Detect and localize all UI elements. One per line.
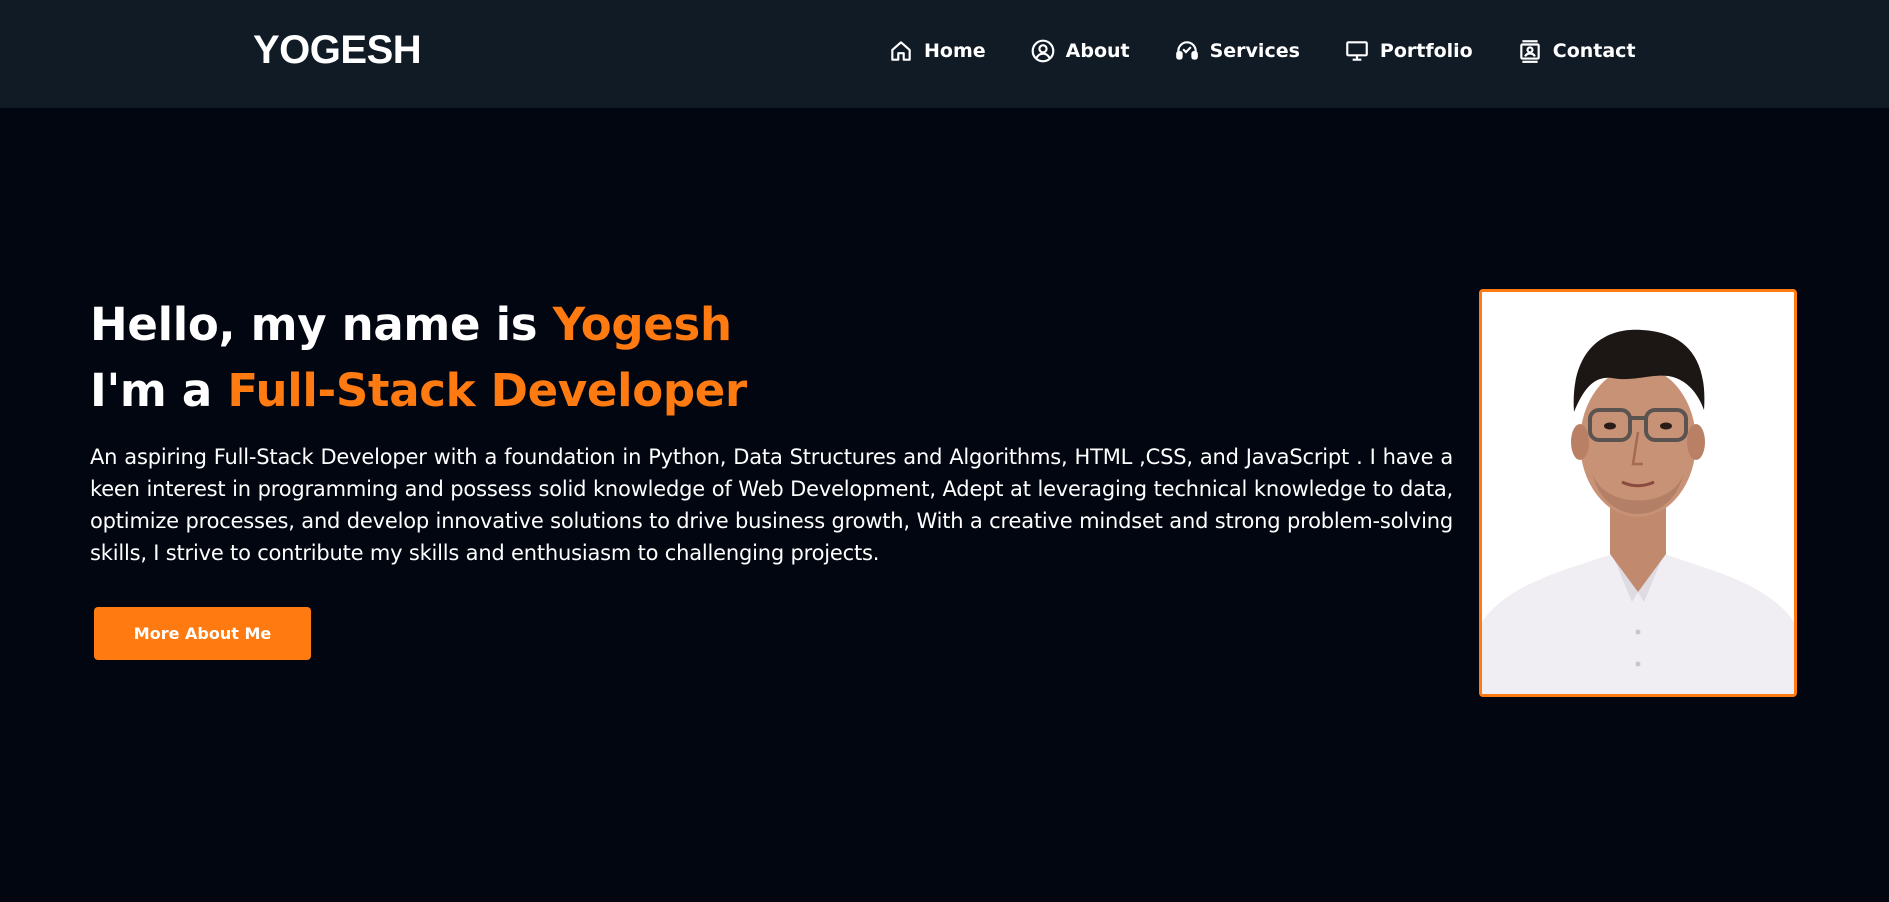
hero-heading: Hello, my name is Yogesh I'm a Full-Stac… (90, 292, 747, 424)
nav-menu: Home About Services Portfolio Contact (888, 0, 1636, 102)
contact-card-icon (1517, 38, 1543, 64)
nav-item-portfolio[interactable]: Portfolio (1344, 38, 1473, 64)
nav-item-about[interactable]: About (1030, 38, 1130, 64)
hero-name: Yogesh (552, 298, 732, 351)
brand-logo[interactable]: YOGESH (253, 28, 422, 73)
hero-role: Full-Stack Developer (227, 364, 747, 417)
user-circle-icon (1030, 38, 1056, 64)
nav-label-about: About (1065, 40, 1130, 62)
nav-item-home[interactable]: Home (888, 38, 986, 64)
profile-photo (1479, 289, 1797, 697)
monitor-icon (1344, 38, 1370, 64)
role-prefix: I'm a (90, 364, 228, 417)
nav-label-contact: Contact (1552, 40, 1636, 62)
more-about-me-button[interactable]: More About Me (94, 607, 311, 660)
home-icon (888, 38, 914, 64)
nav-label-home: Home (924, 40, 986, 62)
profile-photo-illustration (1482, 292, 1794, 694)
navbar: YOGESH Home About Services Portfolio Con… (0, 0, 1889, 108)
greeting-text: Hello, my name is (90, 298, 553, 351)
nav-item-contact[interactable]: Contact (1517, 38, 1636, 64)
nav-label-services: Services (1209, 40, 1300, 62)
hero-intro: An aspiring Full-Stack Developer with a … (90, 445, 1453, 565)
nav-label-portfolio: Portfolio (1379, 40, 1473, 62)
nav-item-services[interactable]: Services (1174, 38, 1300, 64)
headset-icon (1174, 38, 1200, 64)
